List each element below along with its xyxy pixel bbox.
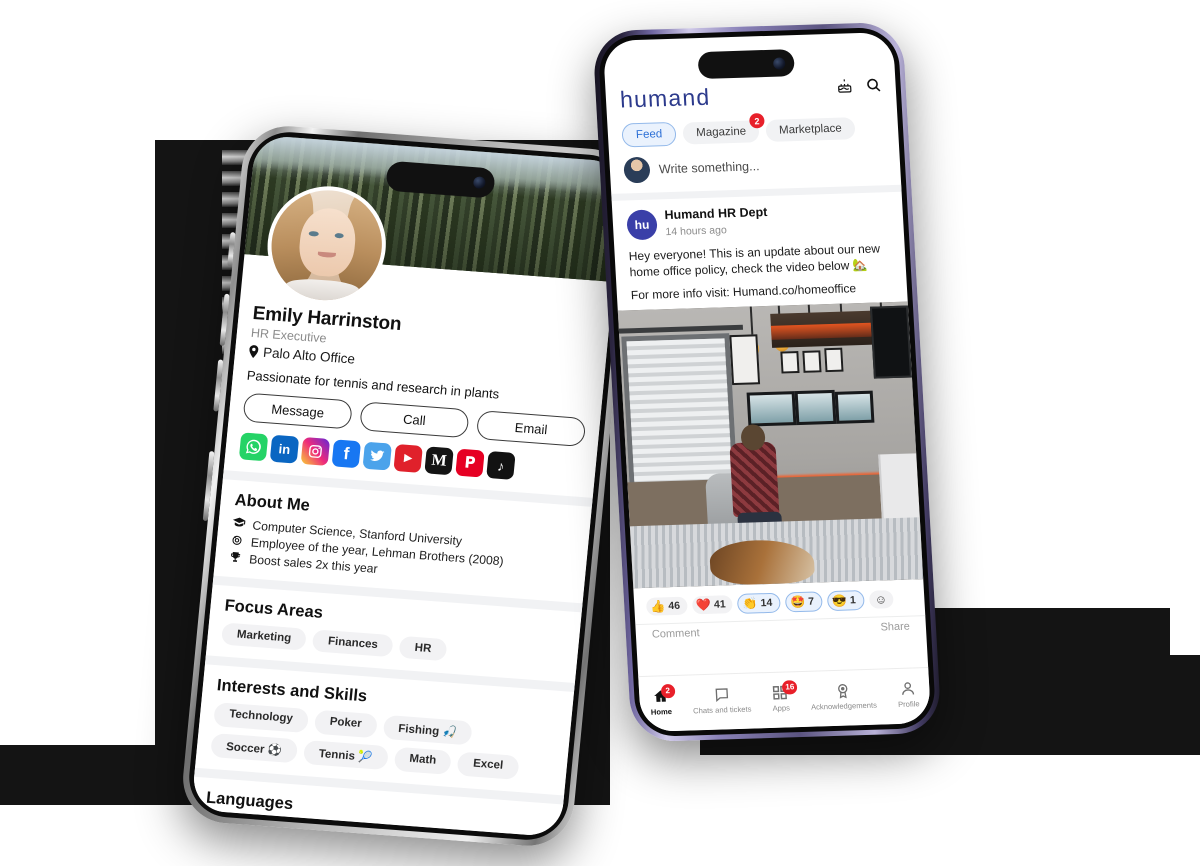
chip-finances[interactable]: Finances (312, 629, 394, 658)
post-image[interactable] (617, 301, 924, 589)
front-camera-icon (472, 176, 486, 189)
chat-icon (712, 686, 730, 703)
linkedin-icon[interactable]: in (269, 434, 300, 464)
reaction-emoji: 🤩 (789, 595, 806, 610)
reaction-count: 7 (807, 595, 815, 609)
phone-left-profile: Emily Harrinston HR Executive Palo Alto … (178, 122, 638, 850)
post-author-avatar: hu (626, 209, 658, 241)
email-button[interactable]: Email (475, 410, 587, 448)
composer-avatar (623, 156, 651, 184)
bottom-nav: 2 Home Chats and tickets 16 Apps Acknowl… (638, 666, 932, 733)
nav-profile-label: Profile (897, 698, 920, 709)
message-button[interactable]: Message (242, 392, 353, 430)
avatar-image (266, 186, 387, 305)
graduation-cap-icon (232, 517, 247, 528)
reaction-emoji: 👏 (742, 596, 758, 612)
reaction-count: 46 (667, 600, 681, 613)
call-button[interactable]: Call (359, 401, 470, 439)
reaction-emoji: 😎 (831, 593, 848, 609)
wall-tv (869, 305, 912, 380)
search-icon[interactable] (865, 76, 882, 93)
share-button[interactable]: Share (880, 621, 910, 634)
phone-right-feed: humand Feed Magazine 2 Marketplace Write… (592, 21, 942, 743)
pinterest-icon[interactable]: 𝐏 (455, 448, 485, 478)
chip-technology[interactable]: Technology (213, 702, 309, 734)
header-icon-row (836, 76, 882, 94)
chip-tennis[interactable]: Tennis 🎾 (302, 739, 389, 771)
reaction-count: 41 (713, 598, 726, 612)
app-header: humand Feed Magazine 2 Marketplace (603, 32, 899, 148)
nav-chats[interactable]: Chats and tickets (692, 685, 752, 715)
tab-magazine-label: Magazine (695, 125, 747, 140)
reaction-clap[interactable]: 👏 14 (737, 593, 781, 615)
reaction-emoji: ❤️ (695, 598, 712, 613)
chip-excel[interactable]: Excel (456, 751, 520, 780)
chip-soccer[interactable]: Soccer ⚽ (210, 732, 299, 764)
award-icon (834, 682, 852, 699)
nav-home-label: Home (650, 706, 673, 717)
medal-icon (230, 534, 245, 547)
nav-apps-label: Apps (772, 702, 791, 713)
facebook-icon[interactable]: f (331, 439, 362, 469)
phone-left-frame: Emily Harrinston HR Executive Palo Alto … (178, 122, 638, 850)
nav-home[interactable]: 2 Home (650, 683, 676, 717)
instagram-icon[interactable] (300, 437, 331, 466)
tab-magazine-badge: 2 (749, 113, 765, 129)
person-icon (899, 680, 917, 697)
chip-poker[interactable]: Poker (313, 709, 378, 739)
comment-button[interactable]: Comment (652, 628, 700, 641)
add-reaction-icon: ☺ (874, 592, 888, 608)
trophy-icon (229, 551, 244, 564)
chip-marketing[interactable]: Marketing (220, 622, 308, 651)
profile-body: Emily Harrinston HR Executive Palo Alto … (190, 301, 609, 838)
youtube-icon[interactable]: ▶ (393, 443, 423, 473)
tiktok-icon[interactable]: ♪ (486, 450, 516, 480)
tab-feed[interactable]: Feed (621, 121, 677, 148)
nav-acknowledgements[interactable]: Acknowledgements (810, 681, 877, 711)
phone-right-screen: humand Feed Magazine 2 Marketplace Write… (602, 31, 932, 733)
nav-home-badge: 2 (660, 683, 676, 698)
nav-chats-label: Chats and tickets (692, 704, 752, 715)
person-at-desk (729, 442, 780, 518)
avatar[interactable] (262, 182, 392, 309)
phone-left-screen: Emily Harrinston HR Executive Palo Alto … (190, 134, 626, 838)
tab-marketplace[interactable]: Marketplace (765, 117, 856, 142)
profile-location-label: Palo Alto Office (262, 344, 356, 367)
location-pin-icon (249, 345, 259, 359)
reaction-thumbsup[interactable]: 👍 46 (645, 596, 688, 617)
composition-stage: Emily Harrinston HR Executive Palo Alto … (0, 0, 1200, 866)
reaction-count: 14 (760, 597, 773, 610)
composer-placeholder: Write something... (658, 159, 760, 177)
nav-apps[interactable]: 16 Apps (771, 679, 798, 713)
reaction-count: 1 (849, 594, 857, 607)
tab-magazine[interactable]: Magazine 2 (682, 113, 765, 145)
phone-right-frame: humand Feed Magazine 2 Marketplace Write… (592, 21, 942, 743)
post-timestamp: 14 hours ago (665, 224, 728, 239)
nav-profile[interactable]: Profile (897, 680, 920, 709)
whatsapp-icon[interactable] (238, 432, 269, 462)
add-reaction-button[interactable]: ☺ (868, 590, 894, 610)
birthday-cake-icon[interactable] (836, 77, 853, 94)
medium-icon[interactable]: M (424, 446, 454, 476)
twitter-icon[interactable] (362, 441, 392, 471)
reaction-emoji: 👍 (649, 599, 666, 615)
reaction-sunglasses[interactable]: 😎 1 (826, 590, 865, 612)
reaction-star-eyes[interactable]: 🤩 7 (784, 591, 823, 613)
nav-acknowledgements-label: Acknowledgements (810, 700, 878, 712)
chip-fishing[interactable]: Fishing 🎣 (382, 714, 473, 746)
reaction-heart[interactable]: ❤️ 41 (691, 595, 734, 615)
chip-hr[interactable]: HR (398, 635, 448, 662)
nav-apps-badge: 16 (781, 679, 798, 695)
post-author-name: Humand HR Dept (664, 204, 768, 223)
chip-math[interactable]: Math (393, 746, 453, 775)
